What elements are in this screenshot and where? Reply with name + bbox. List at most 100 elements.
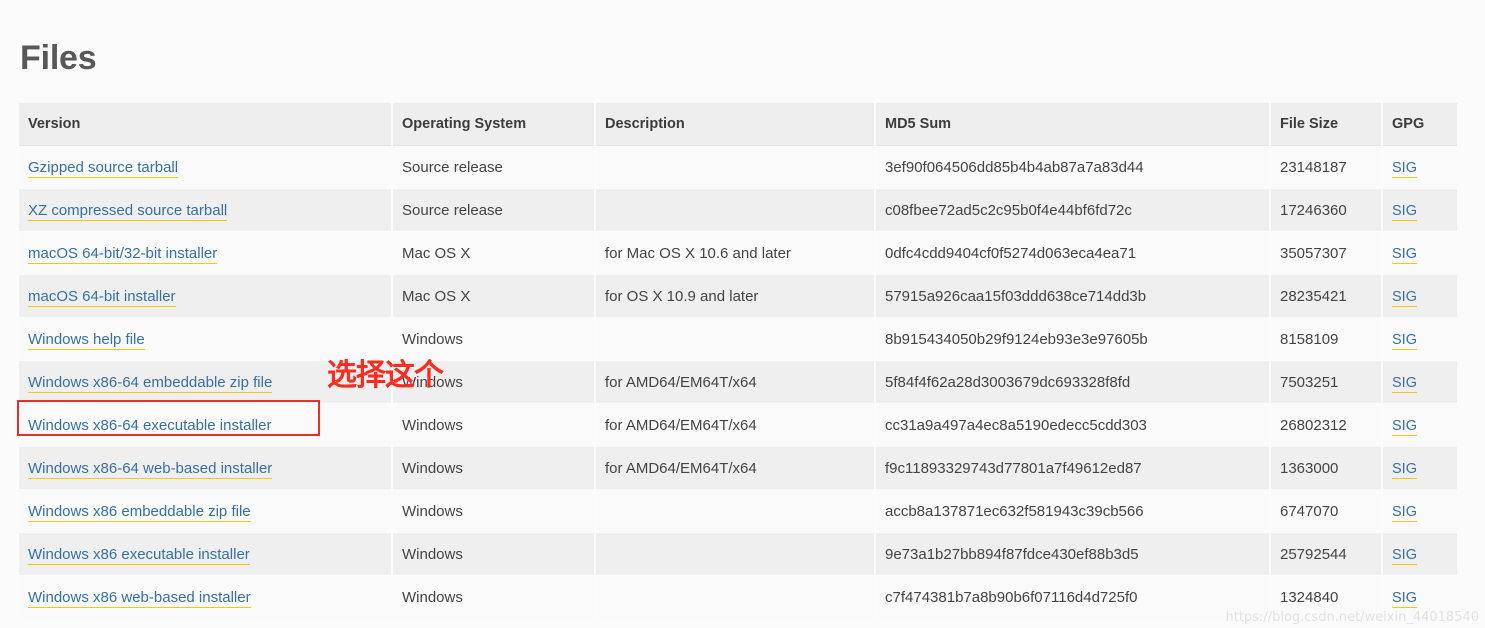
cell-operating-system: Windows bbox=[393, 576, 596, 619]
cell-operating-system: Source release bbox=[393, 189, 596, 232]
cell-file-size: 8158109 bbox=[1271, 318, 1383, 361]
cell-operating-system: Source release bbox=[393, 146, 596, 189]
cell-version: XZ compressed source tarball bbox=[19, 189, 393, 232]
cell-description bbox=[596, 533, 876, 576]
cell-operating-system: Windows bbox=[393, 447, 596, 490]
cell-md5-sum: 3ef90f064506dd85b4b4ab87a7a83d44 bbox=[876, 146, 1271, 189]
cell-version: Gzipped source tarball bbox=[19, 146, 393, 189]
cell-file-size: 6747070 bbox=[1271, 490, 1383, 533]
version-link[interactable]: macOS 64-bit/32-bit installer bbox=[28, 244, 218, 264]
cell-md5-sum: f9c11893329743d77801a7f49612ed87 bbox=[876, 447, 1271, 490]
cell-gpg: SIG bbox=[1383, 232, 1457, 275]
cell-operating-system: Windows bbox=[393, 404, 596, 447]
cell-file-size: 23148187 bbox=[1271, 146, 1383, 189]
version-link[interactable]: XZ compressed source tarball bbox=[28, 201, 228, 221]
cell-description bbox=[596, 490, 876, 533]
cell-gpg: SIG bbox=[1383, 361, 1457, 404]
version-link[interactable]: Windows x86-64 executable installer bbox=[28, 416, 272, 436]
cell-file-size: 1363000 bbox=[1271, 447, 1383, 490]
version-link[interactable]: Windows x86 executable installer bbox=[28, 545, 250, 565]
version-link[interactable]: Windows x86 embeddable zip file bbox=[28, 502, 251, 522]
version-link[interactable]: macOS 64-bit installer bbox=[28, 287, 176, 307]
gpg-sig-link[interactable]: SIG bbox=[1392, 288, 1417, 307]
cell-gpg: SIG bbox=[1383, 275, 1457, 318]
column-header-file-size[interactable]: File Size bbox=[1271, 103, 1383, 146]
version-link[interactable]: Windows x86 web-based installer bbox=[28, 588, 251, 608]
gpg-sig-link[interactable]: SIG bbox=[1392, 589, 1417, 608]
gpg-sig-link[interactable]: SIG bbox=[1392, 374, 1417, 393]
cell-file-size: 26802312 bbox=[1271, 404, 1383, 447]
table-row: Windows x86 executable installer Windows 9… bbox=[19, 533, 1457, 576]
watermark-text: https://blog.csdn.net/weixin_44018540 bbox=[1225, 610, 1479, 625]
cell-gpg: SIG bbox=[1383, 447, 1457, 490]
cell-file-size: 35057307 bbox=[1271, 232, 1383, 275]
cell-description: for AMD64/EM64T/x64 bbox=[596, 404, 876, 447]
gpg-sig-link[interactable]: SIG bbox=[1392, 159, 1417, 178]
cell-gpg: SIG bbox=[1383, 533, 1457, 576]
cell-file-size: 28235421 bbox=[1271, 275, 1383, 318]
version-link[interactable]: Windows x86-64 web-based installer bbox=[28, 459, 273, 479]
gpg-sig-link[interactable]: SIG bbox=[1392, 331, 1417, 350]
gpg-sig-link[interactable]: SIG bbox=[1392, 202, 1417, 221]
gpg-sig-link[interactable]: SIG bbox=[1392, 417, 1417, 436]
cell-md5-sum: c08fbee72ad5c2c95b0f4e44bf6fd72c bbox=[876, 189, 1271, 232]
cell-md5-sum: 5f84f4f62a28d3003679dc693328f8fd bbox=[876, 361, 1271, 404]
annotation-label: 选择这个 bbox=[327, 358, 444, 393]
gpg-sig-link[interactable]: SIG bbox=[1392, 503, 1417, 522]
cell-description bbox=[596, 189, 876, 232]
cell-md5-sum: accb8a137871ec632f581943c39cb566 bbox=[876, 490, 1271, 533]
column-header-md5-sum[interactable]: MD5 Sum bbox=[876, 103, 1271, 146]
cell-description bbox=[596, 146, 876, 189]
table-row: Windows x86 embeddable zip file Windows ac… bbox=[19, 490, 1457, 533]
version-link[interactable]: Windows x86-64 embeddable zip file bbox=[28, 373, 273, 393]
cell-version: Windows help file bbox=[19, 318, 393, 361]
files-page: Files Version Operating System Descripti… bbox=[0, 0, 1485, 628]
cell-md5-sum: 9e73a1b27bb894f87fdce430ef88b3d5 bbox=[876, 533, 1271, 576]
cell-version: Windows x86 web-based installer bbox=[19, 576, 393, 619]
version-link[interactable]: Gzipped source tarball bbox=[28, 158, 179, 178]
column-header-gpg[interactable]: GPG bbox=[1383, 103, 1457, 146]
table-body: Gzipped source tarball Source release 3ef9… bbox=[19, 146, 1457, 619]
cell-md5-sum: 8b915434050b29f9124eb93e3e97605b bbox=[876, 318, 1271, 361]
cell-gpg: SIG bbox=[1383, 490, 1457, 533]
gpg-sig-link[interactable]: SIG bbox=[1392, 460, 1417, 479]
cell-description bbox=[596, 318, 876, 361]
cell-gpg: SIG bbox=[1383, 146, 1457, 189]
cell-gpg: SIG bbox=[1383, 318, 1457, 361]
cell-version: Windows x86-64 web-based installer bbox=[19, 447, 393, 490]
table-row: Windows x86-64 embeddable zip file Window… bbox=[19, 361, 1457, 404]
cell-description bbox=[596, 576, 876, 619]
cell-md5-sum: 0dfc4cdd9404cf0f5274d063eca4ea71 bbox=[876, 232, 1271, 275]
table-header: Version Operating System Description MD5… bbox=[19, 103, 1457, 146]
gpg-sig-link[interactable]: SIG bbox=[1392, 245, 1417, 264]
cell-operating-system: Windows bbox=[393, 533, 596, 576]
table-row: Windows help file Windows 8b915434050b29f9… bbox=[19, 318, 1457, 361]
cell-version: macOS 64-bit installer bbox=[19, 275, 393, 318]
cell-operating-system: Mac OS X bbox=[393, 232, 596, 275]
table-header-row: Version Operating System Description MD5… bbox=[19, 103, 1457, 146]
column-header-description[interactable]: Description bbox=[596, 103, 876, 146]
cell-operating-system: Windows bbox=[393, 490, 596, 533]
files-table: Version Operating System Description MD5… bbox=[19, 103, 1457, 619]
cell-description: for AMD64/EM64T/x64 bbox=[596, 447, 876, 490]
cell-description: for Mac OS X 10.6 and later bbox=[596, 232, 876, 275]
cell-md5-sum: 57915a926caa15f03ddd638ce714dd3b bbox=[876, 275, 1271, 318]
cell-operating-system: Windows bbox=[393, 318, 596, 361]
table-row: macOS 64-bit/32-bit installer Mac OS Xfor… bbox=[19, 232, 1457, 275]
table-row: Gzipped source tarball Source release 3ef9… bbox=[19, 146, 1457, 189]
version-link[interactable]: Windows help file bbox=[28, 330, 145, 350]
gpg-sig-link[interactable]: SIG bbox=[1392, 546, 1417, 565]
cell-description: for OS X 10.9 and later bbox=[596, 275, 876, 318]
cell-description: for AMD64/EM64T/x64 bbox=[596, 361, 876, 404]
cell-file-size: 17246360 bbox=[1271, 189, 1383, 232]
table-row: XZ compressed source tarball Source relea… bbox=[19, 189, 1457, 232]
cell-md5-sum: cc31a9a497a4ec8a5190edecc5cdd303 bbox=[876, 404, 1271, 447]
cell-md5-sum: c7f474381b7a8b90b6f07116d4d725f0 bbox=[876, 576, 1271, 619]
column-header-operating-system[interactable]: Operating System bbox=[393, 103, 596, 146]
cell-file-size: 25792544 bbox=[1271, 533, 1383, 576]
table-row: Windows x86-64 web-based installer Window… bbox=[19, 447, 1457, 490]
table-row: Windows x86-64 executable installer Windo… bbox=[19, 404, 1457, 447]
cell-version: Windows x86 executable installer bbox=[19, 533, 393, 576]
column-header-version[interactable]: Version bbox=[19, 103, 393, 146]
cell-gpg: SIG bbox=[1383, 404, 1457, 447]
